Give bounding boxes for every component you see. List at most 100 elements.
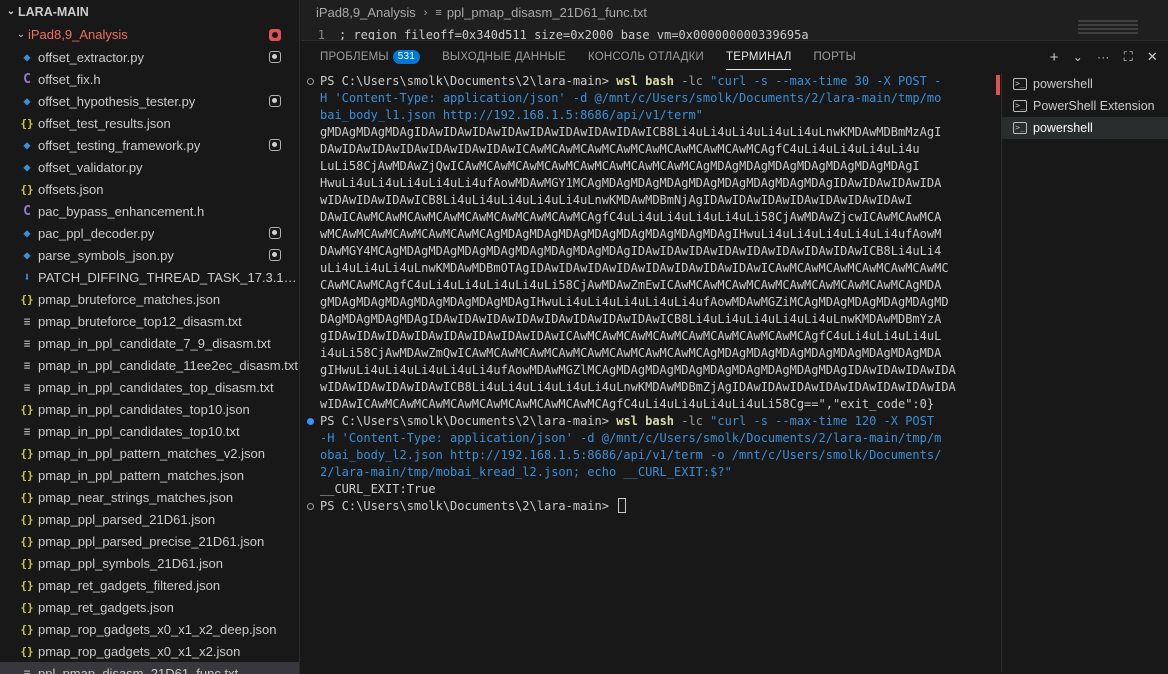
terminal-text: i4uLi58CjAwMDAwZmQwICAwMCAwMCAwMCAwMCAwM… — [320, 346, 942, 360]
file-item[interactable]: ◆ offset_testing_framework.py — [0, 134, 299, 156]
tab-terminal[interactable]: ТЕРМИНАЛ — [726, 41, 792, 73]
file-item[interactable]: ≡ ppl_pmap_disasm_21D61_func.txt — [0, 662, 299, 674]
file-label: pmap_ret_gadgets.json — [38, 599, 174, 615]
command-decoration-icon[interactable] — [307, 418, 314, 425]
file-item[interactable]: {} offset_test_results.json — [0, 112, 299, 134]
terminal-line: LuLi58CjAwMDAwZjQwICAwMCAwMCAwMCAwMCAwMC… — [320, 158, 991, 175]
file-label: offset_testing_framework.py — [38, 137, 201, 153]
modified-badge-icon — [269, 29, 281, 41]
file-label: pmap_ppl_symbols_21D61.json — [38, 555, 224, 571]
file-item[interactable]: {} pmap_near_strings_matches.json — [0, 486, 299, 508]
terminal-text: DAwIDAwIDAwIDAwIDAwIDAwIDAwICAwMCAwMCAwM… — [320, 142, 920, 156]
file-item[interactable]: {} pmap_ret_gadgets_filtered.json — [0, 574, 299, 596]
editor-area: iPad8,9_Analysis › ≡ ppl_pmap_disasm_21D… — [301, 0, 1168, 44]
file-label: pmap_bruteforce_matches.json — [38, 291, 221, 307]
close-icon[interactable]: ✕ — [1147, 49, 1158, 65]
file-item[interactable]: {} pmap_rop_gadgets_x0_x1_x2_deep.json — [0, 618, 299, 640]
file-item[interactable]: {} pmap_in_ppl_candidates_top10.json — [0, 398, 299, 420]
tab-ports[interactable]: ПОРТЫ — [813, 41, 856, 73]
file-item[interactable]: {} pmap_ppl_parsed_precise_21D61.json — [0, 530, 299, 552]
terminal-list-item[interactable]: >_ powershell — [1002, 117, 1168, 139]
file-item[interactable]: ≡ pmap_in_ppl_candidates_top10.txt — [0, 420, 299, 442]
file-item[interactable]: ≡ pmap_in_ppl_candidates_top_disasm.txt — [0, 376, 299, 398]
file-label: pmap_in_ppl_candidate_7_9_disasm.txt — [38, 335, 271, 351]
terminal-text: PS C:\Users\smolk\Documents\2\lara-main> — [320, 414, 617, 428]
json-icon: {} — [20, 490, 34, 504]
file-item[interactable]: Coffset_fix.h — [0, 68, 299, 90]
breadcrumb-folder[interactable]: iPad8,9_Analysis — [316, 0, 416, 26]
terminal-view[interactable]: PS C:\Users\smolk\Documents\2\lara-main>… — [301, 73, 991, 673]
file-list: ◆ offset_extractor.py Coffset_fix.h ◆ offset… — [0, 46, 299, 674]
file-label: pmap_ppl_parsed_21D61.json — [38, 511, 216, 527]
folder-ipad-analysis[interactable]: ⌄ iPad8,9_Analysis — [0, 24, 299, 46]
file-item[interactable]: ◆ parse_symbols_json.py — [0, 244, 299, 266]
terminal-text: HwuLi4uLi4uLi4uLi4uLi4ufAowMDAwMGY1MCAgM… — [320, 176, 942, 190]
terminal-icon: >_ — [1013, 78, 1027, 90]
download-icon: ⬇ — [23, 270, 31, 284]
text-icon: ≡ — [23, 380, 31, 394]
terminal-icon: >_ — [1013, 100, 1027, 112]
terminal-text: uLi4uLi4uLi4uLnwKMDAwMDBmOTAgIDAwIDAwIDA… — [320, 261, 949, 275]
terminal-text: DAwMGY4MCAgMDAgMDAgMDAgMDAgMDAgMDAgMDAgM… — [320, 244, 942, 258]
tab-output[interactable]: ВЫХОДНЫЕ ДАННЫЕ — [442, 41, 566, 73]
file-label: pmap_in_ppl_candidate_11ee2ec_disasm.txt — [38, 357, 298, 373]
terminal-text: DAwICAwMCAwMCAwMCAwMCAwMCAwMCAwMCAwMCAgf… — [320, 210, 942, 224]
file-item[interactable]: ◆ offset_hypothesis_tester.py — [0, 90, 299, 112]
file-item[interactable]: ◆ pac_ppl_decoder.py — [0, 222, 299, 244]
json-icon: {} — [20, 292, 34, 306]
terminal-list-item[interactable]: >_ PowerShell Extension — [1002, 95, 1168, 117]
terminal-text: H 'Content-Type: application/json' -d @/… — [320, 91, 942, 105]
json-icon: {} — [20, 556, 34, 570]
terminal-list: >_ powershell >_ PowerShell Extension >_ powe… — [1001, 73, 1168, 673]
terminal-text: -lc — [674, 74, 711, 88]
file-label: pmap_in_ppl_candidates_top10.json — [38, 401, 250, 417]
breadcrumb: iPad8,9_Analysis › ≡ ppl_pmap_disasm_21D… — [301, 0, 1168, 26]
file-item[interactable]: ≡ pmap_in_ppl_candidate_7_9_disasm.txt — [0, 332, 299, 354]
terminal-icon: >_ — [1013, 122, 1027, 134]
file-label: offsets.json — [38, 181, 104, 197]
terminal-line: __CURL_EXIT:True — [320, 481, 991, 498]
terminal-text: wMCAwMCAwMCAwMCAwMCAwMCAgMDAgMDAgMDAgMDA… — [320, 227, 942, 241]
file-label: parse_symbols_json.py — [38, 247, 174, 263]
file-item[interactable]: {} pmap_rop_gadgets_x0_x1_x2.json — [0, 640, 299, 662]
file-item[interactable]: {} pmap_bruteforce_matches.json — [0, 288, 299, 310]
terminal-list-item[interactable]: >_ powershell — [1002, 73, 1168, 95]
json-icon: {} — [20, 402, 34, 416]
explorer-root[interactable]: ⌄ LARA-MAIN — [0, 0, 299, 24]
maximize-icon[interactable]: ⛶ — [1124, 49, 1133, 65]
breadcrumb-file[interactable]: ppl_pmap_disasm_21D61_func.txt — [447, 0, 647, 26]
file-item[interactable]: ≡ pmap_in_ppl_candidate_11ee2ec_disasm.tx… — [0, 354, 299, 376]
command-decoration-icon[interactable] — [307, 78, 314, 85]
python-icon: ◆ — [23, 160, 31, 174]
file-item[interactable]: {} pmap_in_ppl_pattern_matches.json — [0, 464, 299, 486]
command-decoration-icon[interactable] — [307, 503, 314, 510]
new-terminal-icon[interactable]: + — [1050, 49, 1059, 66]
terminal-line: gIDAwIDAwIDAwIDAwIDAwIDAwIDAwIDAwICAwMCA… — [320, 328, 991, 345]
tab-debug-console[interactable]: КОНСОЛЬ ОТЛАДКИ — [588, 41, 704, 73]
modified-badge-icon — [269, 139, 281, 151]
more-icon[interactable]: ··· — [1097, 50, 1110, 64]
file-label: offset_extractor.py — [38, 49, 144, 65]
terminal-text: wIDAwICAwMCAwMCAwMCAwMCAwMCAwMCAwMCAwMCA… — [320, 397, 935, 411]
file-item[interactable]: {} pmap_ppl_symbols_21D61.json — [0, 552, 299, 574]
file-label: pmap_ppl_parsed_precise_21D61.json — [38, 533, 265, 549]
tab-problems[interactable]: ПРОБЛЕМЫ 531 — [320, 41, 421, 73]
python-icon: ◆ — [23, 138, 31, 152]
file-item[interactable]: ◆ offset_validator.py — [0, 156, 299, 178]
terminal-text: wsl bash — [616, 74, 675, 88]
file-item[interactable]: {} pmap_ppl_parsed_21D61.json — [0, 508, 299, 530]
file-item[interactable]: {} pmap_ret_gadgets.json — [0, 596, 299, 618]
file-item[interactable]: ◆ offset_extractor.py — [0, 46, 299, 68]
json-icon: {} — [20, 182, 34, 196]
c-header-icon: C — [23, 203, 31, 219]
file-item[interactable]: {} offsets.json — [0, 178, 299, 200]
file-item[interactable]: {} pmap_in_ppl_pattern_matches_v2.json — [0, 442, 299, 464]
file-item[interactable]: ⬇ PATCH_DIFFING_THREAD_TASK_17.3.1_vs_1..… — [0, 266, 299, 288]
chevron-down-icon[interactable]: ⌄ — [1073, 50, 1083, 64]
terminal-line: wIDAwIDAwIDAwICB8Li4uLi4uLi4uLi4uLi4uLnw… — [320, 192, 991, 209]
file-label: PATCH_DIFFING_THREAD_TASK_17.3.1_vs_1... — [38, 269, 299, 285]
file-item[interactable]: ≡ pmap_bruteforce_top12_disasm.txt — [0, 310, 299, 332]
file-item[interactable]: Cpac_bypass_enhancement.h — [0, 200, 299, 222]
text-icon: ≡ — [23, 424, 31, 438]
file-label: pmap_near_strings_matches.json — [38, 489, 234, 505]
